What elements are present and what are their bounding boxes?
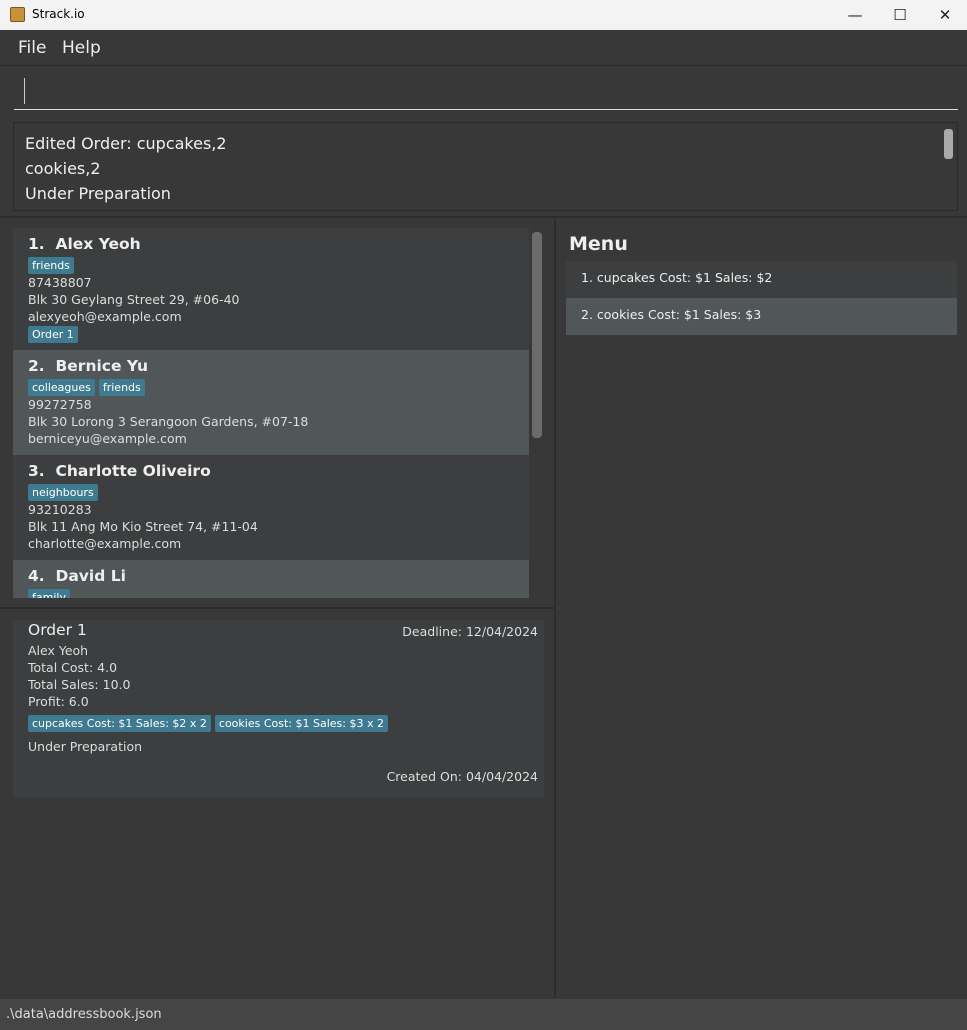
order-deadline: Deadline: 12/04/2024 [402,624,538,639]
person-address: Blk 30 Geylang Street 29, #06-40 [28,292,240,307]
person-card[interactable]: 4. David Li family [13,560,529,598]
person-email: alexyeoh@example.com [28,309,182,324]
person-index: 1. [28,235,45,253]
maximize-button[interactable]: ☐ [885,4,915,26]
person-phone: 93210283 [28,502,92,517]
order-status: Under Preparation [28,739,143,754]
person-phone: 87438807 [28,275,92,290]
person-index: 3. [28,462,45,480]
order-total-sales: Total Sales: 10.0 [28,677,131,692]
order-customer: Alex Yeoh [28,643,89,658]
window-title: Strack.io [32,7,85,21]
person-address: Blk 11 Ang Mo Kio Street 74, #11-04 [28,519,258,534]
person-list: 1. Alex Yeoh friends 87438807 Blk 30 Gey… [13,228,529,598]
order-total-cost: Total Cost: 4.0 [28,660,118,675]
tag: friends [28,257,74,274]
minimize-button[interactable]: — [840,4,870,26]
title-bar: Strack.io — ☐ ✕ [0,0,967,30]
tag: family [28,589,70,598]
tag: neighbours [28,484,98,501]
person-card[interactable]: 3. Charlotte Oliveiro neighbours 9321028… [13,455,529,560]
status-bar-path: .\data\addressbook.json [0,999,967,1030]
divider [0,216,967,218]
result-display: Edited Order: cupcakes,2 cookies,2 Under… [13,122,958,211]
menu-help[interactable]: Help [62,38,101,58]
person-index: 2. [28,357,45,375]
person-email: charlotte@example.com [28,536,182,551]
person-card[interactable]: 1. Alex Yeoh friends 87438807 Blk 30 Gey… [13,228,529,350]
person-name: Bernice Yu [55,357,149,375]
app-icon [10,7,25,22]
command-input[interactable] [14,74,958,110]
order-created: Created On: 04/04/2024 [386,769,538,784]
order-item-tag: cupcakes Cost: $1 Sales: $2 x 2 [28,715,211,732]
close-button[interactable]: ✕ [930,4,960,26]
tag: friends [98,379,145,396]
split-divider[interactable] [554,218,556,998]
person-address: Blk 30 Lorong 3 Serangoon Gardens, #07-1… [28,414,309,429]
result-line: Under Preparation [25,184,171,203]
tag: colleagues [28,379,95,396]
person-phone: 99272758 [28,397,92,412]
person-email: berniceyu@example.com [28,431,187,446]
menu-file[interactable]: File [18,38,46,58]
order-item-tag: cookies Cost: $1 Sales: $3 x 2 [214,715,388,732]
order-tag: Order 1 [28,326,78,343]
result-scrollbar[interactable] [944,129,953,159]
order-card[interactable]: Order 1 Deadline: 12/04/2024 Alex Yeoh T… [13,620,544,798]
person-index: 4. [28,567,45,585]
menu-title: Menu [569,233,628,255]
divider [0,607,554,609]
menu-bar: File Help [0,30,967,66]
person-list-scrollbar[interactable] [532,232,542,438]
text-caret [24,78,25,104]
result-line: Edited Order: cupcakes,2 [25,134,227,153]
result-line: cookies,2 [25,159,101,178]
order-title: Order 1 [28,621,87,639]
person-name: Alex Yeoh [55,235,141,253]
person-name: Charlotte Oliveiro [55,462,211,480]
menu-item[interactable]: 1. cupcakes Cost: $1 Sales: $2 [566,261,957,298]
order-profit: Profit: 6.0 [28,694,89,709]
person-name: David Li [55,567,126,585]
person-card[interactable]: 2. Bernice Yu colleagues friends 99272758… [13,350,529,455]
menu-item[interactable]: 2. cookies Cost: $1 Sales: $3 [566,298,957,335]
